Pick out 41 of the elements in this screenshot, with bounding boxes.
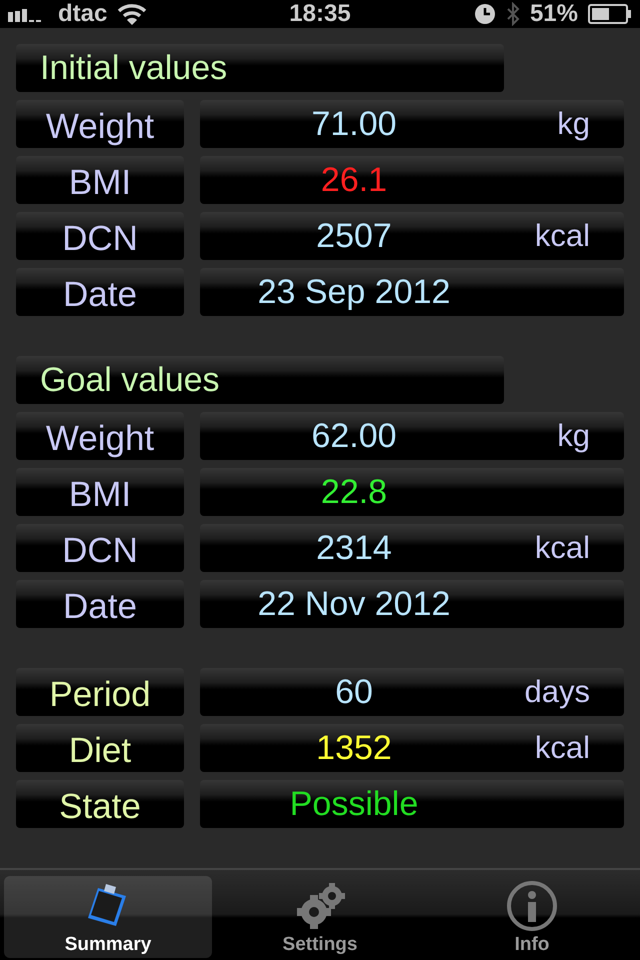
tab-item[interactable]: Settings	[216, 876, 424, 958]
tab-item[interactable]: Summary	[4, 876, 212, 958]
field-label: BMI	[16, 156, 184, 204]
tab-item[interactable]: Info	[428, 876, 636, 958]
value-text: 23 Sep 2012	[258, 272, 450, 312]
value-text: 62.00	[311, 416, 397, 456]
info-icon	[506, 880, 558, 932]
unit-text: kg	[557, 418, 590, 454]
section-header: Goal values	[16, 356, 504, 404]
field-label: BMI	[16, 468, 184, 516]
field-label: Date	[16, 580, 184, 628]
value-text: 2314	[316, 528, 392, 568]
field-label: DCN	[16, 212, 184, 260]
field-label: DCN	[16, 524, 184, 572]
unit-text: kg	[557, 106, 590, 142]
value-text: 1352	[316, 728, 392, 768]
wifi-icon	[117, 3, 148, 25]
carrier-name: dtac	[58, 0, 108, 28]
field-label: State	[16, 780, 184, 828]
value-text: Possible	[290, 784, 418, 824]
value-text: 2507	[316, 216, 392, 256]
clock-icon	[474, 3, 496, 25]
value-text: 22.8	[320, 472, 388, 512]
battery-icon	[588, 3, 632, 25]
bluetooth-icon	[506, 2, 520, 26]
battery-percent: 51%	[530, 0, 578, 28]
unit-text: kcal	[534, 530, 590, 566]
field-label: Period	[16, 668, 184, 716]
field-label: Weight	[16, 412, 184, 460]
value-text: 71.00	[311, 104, 397, 144]
value-text: 60	[335, 672, 373, 712]
clock-time: 18:35	[289, 0, 351, 28]
unit-text: kcal	[534, 218, 590, 254]
unit-text: days	[524, 674, 590, 710]
value-text: 22 Nov 2012	[258, 584, 450, 624]
unit-text: kcal	[534, 730, 590, 766]
value-text: 26.1	[320, 160, 388, 200]
section-header: Initial values	[16, 44, 504, 92]
field-label: Weight	[16, 100, 184, 148]
field-label: Date	[16, 268, 184, 316]
field-label: Diet	[16, 724, 184, 772]
